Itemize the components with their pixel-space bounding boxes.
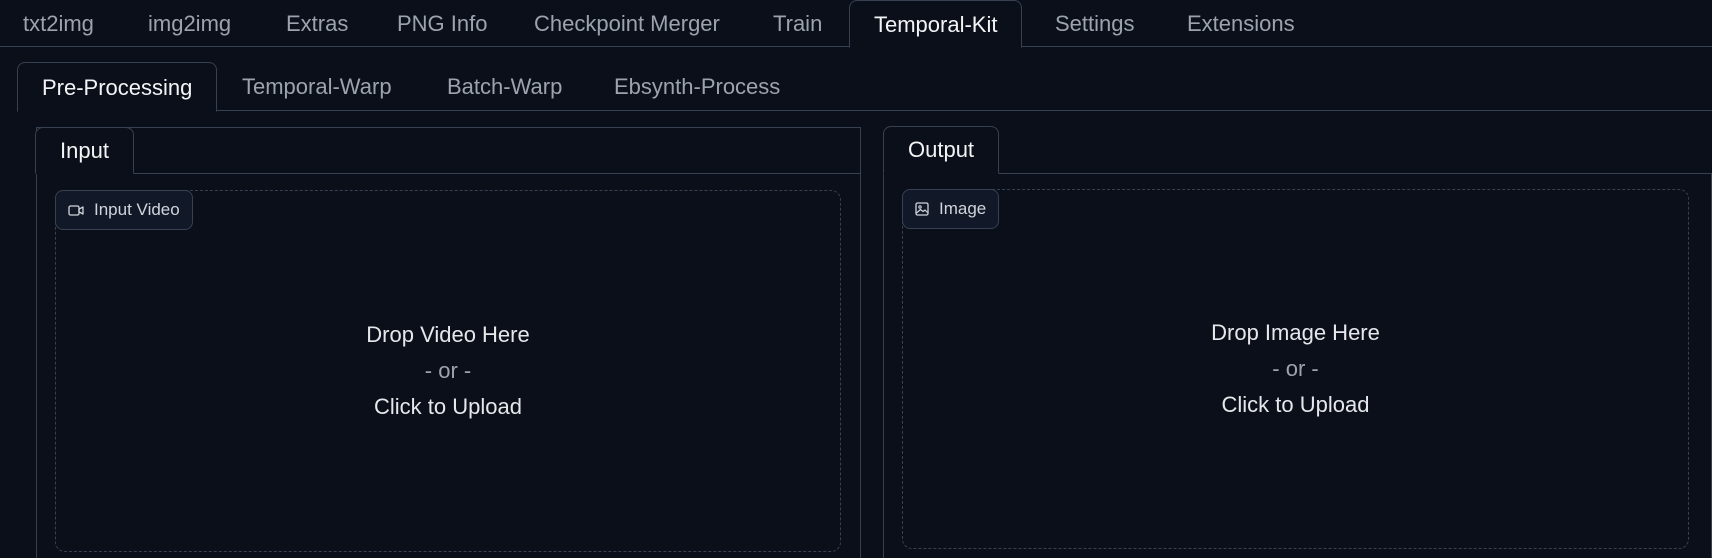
drop-image-text: Drop Image Here xyxy=(1211,320,1380,345)
input-panel-tabbar: Input xyxy=(35,127,861,174)
main-tab-bar: txt2img img2img Extras PNG Info Checkpoi… xyxy=(0,0,1712,48)
input-drop-text: Drop Video Here - or - Click to Upload xyxy=(56,317,840,425)
tab-checkpoint-merger[interactable]: Checkpoint Merger xyxy=(534,0,720,47)
tab-temporal-warp[interactable]: Temporal-Warp xyxy=(242,62,392,111)
tab-train[interactable]: Train xyxy=(773,0,822,47)
tab-extensions[interactable]: Extensions xyxy=(1187,0,1295,47)
tab-pre-processing[interactable]: Pre-Processing xyxy=(17,62,218,112)
tab-temporal-kit[interactable]: Temporal-Kit xyxy=(849,0,1023,48)
tab-output[interactable]: Output xyxy=(883,126,1000,174)
video-camera-icon xyxy=(68,204,84,217)
output-image-label: Image xyxy=(902,189,1000,229)
tab-settings[interactable]: Settings xyxy=(1055,0,1135,47)
image-icon xyxy=(915,202,929,216)
tab-batch-warp[interactable]: Batch-Warp xyxy=(447,62,562,111)
input-video-label: Input Video xyxy=(55,190,193,230)
tab-txt2img[interactable]: txt2img xyxy=(23,0,94,47)
click-to-upload-text: Click to Upload xyxy=(374,394,522,419)
output-image-label-text: Image xyxy=(939,199,987,218)
sub-tab-bar: Pre-Processing Temporal-Warp Batch-Warp … xyxy=(17,62,1712,112)
or-text: - or - xyxy=(424,358,472,383)
output-panel-tabbar: Output xyxy=(883,126,1712,174)
tab-extras[interactable]: Extras xyxy=(286,0,348,47)
tab-ebsynth-process[interactable]: Ebsynth-Process xyxy=(614,62,780,111)
or-text: - or - xyxy=(1272,356,1319,381)
output-image-dropzone[interactable]: Image Drop Image Here - or - Click to Up… xyxy=(902,189,1689,549)
tab-img2img[interactable]: img2img xyxy=(148,0,231,47)
tab-input[interactable]: Input xyxy=(35,127,134,174)
output-drop-text: Drop Image Here - or - Click to Upload xyxy=(903,315,1688,423)
tab-png-info[interactable]: PNG Info xyxy=(397,0,487,47)
drop-video-text: Drop Video Here xyxy=(366,322,530,347)
input-video-label-text: Input Video xyxy=(94,200,180,219)
input-video-dropzone[interactable]: Input Video Drop Video Here - or - Click… xyxy=(55,190,841,552)
click-to-upload-text: Click to Upload xyxy=(1221,392,1370,417)
